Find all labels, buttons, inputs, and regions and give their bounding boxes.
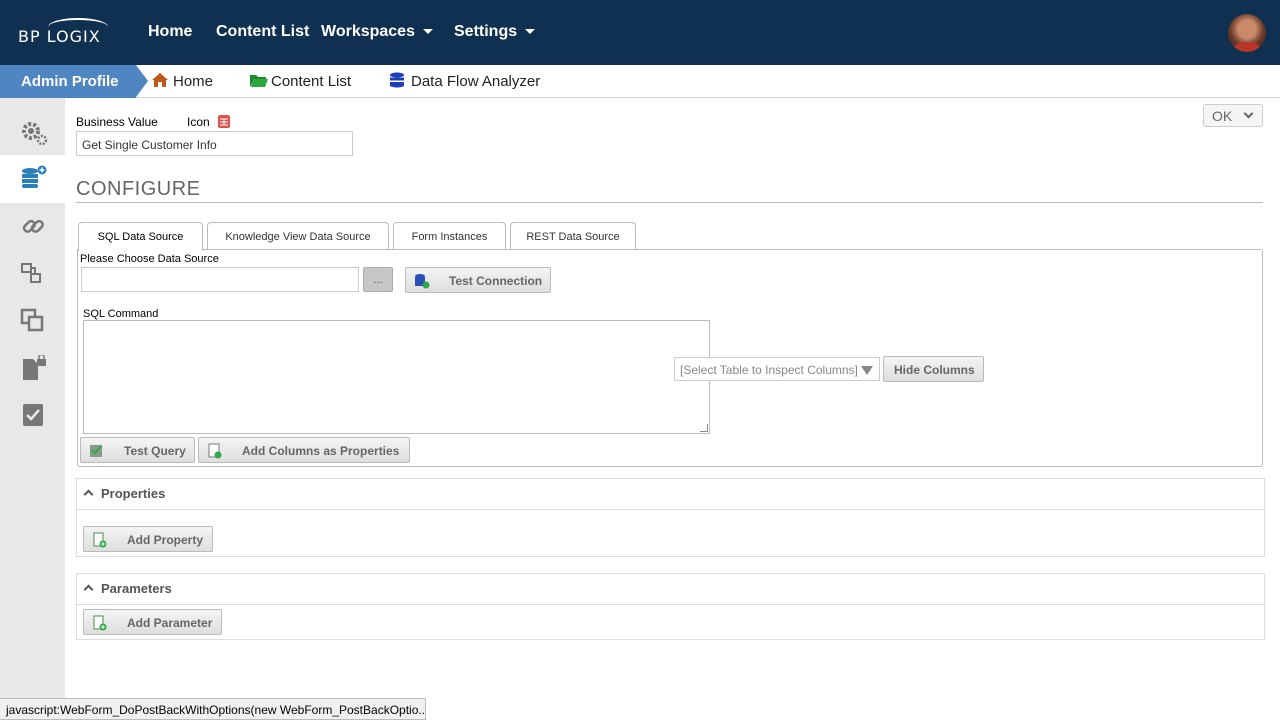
breadcrumb-data-flow-analyzer[interactable]: Data Flow Analyzer	[411, 73, 540, 90]
ok-button[interactable]: OK	[1203, 104, 1263, 127]
icon-label: Icon	[187, 115, 210, 129]
business-value-label: Business Value	[76, 115, 158, 129]
configure-heading: CONFIGURE	[76, 178, 201, 200]
browser-status-bar: javascript:WebForm_DoPostBackWithOptions…	[0, 698, 426, 720]
properties-title: Properties	[101, 486, 166, 501]
add-property-icon	[93, 532, 107, 548]
sidebar-item-data-source[interactable]	[0, 155, 65, 203]
tab-sql-data-source[interactable]: SQL Data Source	[78, 222, 203, 251]
chevron-up-icon	[83, 584, 94, 595]
test-query-button[interactable]: Test Query	[80, 437, 195, 463]
nav-settings[interactable]: Settings	[454, 23, 536, 41]
sidebar-item-tasks[interactable]	[0, 390, 65, 438]
properties-header[interactable]: Properties	[77, 479, 1264, 510]
link-icon	[22, 219, 44, 233]
test-query-label: Test Query	[124, 444, 186, 458]
sidebar-item-links[interactable]	[0, 202, 65, 250]
nav-home-label: Home	[148, 23, 193, 40]
sql-command-label: SQL Command	[83, 308, 159, 320]
dropdown-arrow-icon	[861, 366, 873, 375]
nodes-icon	[21, 263, 41, 283]
checkbox-icon	[23, 404, 43, 426]
add-parameter-button[interactable]: Add Parameter	[83, 609, 222, 635]
logo-text: BP LOGIX	[18, 27, 101, 46]
home-icon	[152, 73, 168, 87]
sidebar-item-locked-files[interactable]	[0, 343, 65, 391]
breadcrumb-home[interactable]: Home	[173, 73, 213, 90]
grid-icon	[220, 118, 228, 126]
add-columns-icon	[208, 443, 222, 459]
breadcrumb-content-list[interactable]: Content List	[271, 73, 351, 90]
hide-columns-label: Hide Columns	[894, 363, 975, 377]
sidebar-item-nodes[interactable]	[0, 249, 65, 297]
sidebar	[0, 98, 65, 720]
top-navbar: BP LOGIX Home Content List Workspaces Se…	[0, 0, 1280, 65]
admin-profile-tab[interactable]: Admin Profile	[0, 65, 148, 98]
add-parameter-label: Add Parameter	[127, 616, 213, 630]
parameters-section: Parameters	[76, 573, 1265, 640]
business-value-input[interactable]: Get Single Customer Info	[76, 131, 353, 156]
test-connection-button[interactable]: Test Connection	[405, 267, 551, 293]
breadcrumb-content-list-label: Content List	[271, 73, 352, 90]
nav-home[interactable]: Home	[148, 23, 192, 41]
nav-workspaces[interactable]: Workspaces	[321, 23, 433, 41]
hide-columns-button[interactable]: Hide Columns	[883, 356, 984, 382]
file-lock-icon	[23, 355, 46, 380]
ok-label: OK	[1212, 108, 1233, 124]
avatar-shirt	[1234, 42, 1260, 52]
sidebar-item-copy[interactable]	[0, 296, 65, 344]
choose-data-source-label: Please Choose Data Source	[80, 253, 219, 265]
tab-form-instances[interactable]: Form Instances	[393, 222, 506, 250]
add-property-button[interactable]: Add Property	[83, 526, 213, 552]
bplogix-logo[interactable]: BP LOGIX	[18, 18, 108, 48]
add-parameter-icon	[93, 615, 107, 631]
breadcrumb: Admin Profile Home Content List Data Flo…	[0, 65, 1280, 98]
database-icon	[390, 72, 404, 88]
divider	[76, 202, 1263, 203]
chevron-down-icon	[525, 29, 536, 35]
nav-content-list[interactable]: Content List	[216, 23, 309, 41]
sidebar-item-settings[interactable]	[0, 108, 65, 156]
browse-data-source-button[interactable]: ...	[363, 267, 393, 292]
folder-icon	[250, 75, 268, 87]
query-check-icon	[90, 445, 102, 457]
add-property-label: Add Property	[127, 533, 204, 547]
chevron-down-icon	[422, 29, 433, 35]
test-connection-label: Test Connection	[449, 274, 543, 288]
chevron-down-icon	[1243, 108, 1254, 119]
chevron-up-icon	[83, 489, 94, 500]
table-inspect-select[interactable]: [Select Table to Inspect Columns]	[674, 357, 880, 381]
database-add-icon	[22, 165, 47, 188]
add-columns-label: Add Columns as Properties	[242, 444, 400, 458]
database-check-icon	[415, 274, 430, 289]
parameters-title: Parameters	[101, 581, 172, 596]
table-inspect-placeholder: [Select Table to Inspect Columns]	[680, 363, 858, 377]
admin-profile-label: Admin Profile	[21, 73, 119, 90]
nav-content-list-label: Content List	[216, 23, 310, 40]
tab-rest-data-source[interactable]: REST Data Source	[510, 222, 636, 250]
parameters-header[interactable]: Parameters	[77, 574, 1264, 605]
resize-handle[interactable]	[700, 424, 708, 432]
breadcrumb-data-flow-analyzer-label: Data Flow Analyzer	[411, 73, 541, 90]
breadcrumb-home-label: Home	[173, 73, 214, 90]
nav-settings-label: Settings	[454, 23, 518, 40]
tab-knowledge-view-data-source[interactable]: Knowledge View Data Source	[207, 222, 389, 250]
add-columns-as-properties-button[interactable]: Add Columns as Properties	[198, 437, 410, 463]
sql-command-textarea[interactable]	[83, 320, 710, 434]
icon-picker[interactable]	[218, 115, 230, 128]
data-source-input[interactable]	[81, 267, 359, 292]
copy-icon	[20, 308, 44, 332]
nav-workspaces-label: Workspaces	[321, 23, 415, 40]
properties-section: Properties	[76, 478, 1265, 557]
user-avatar[interactable]	[1228, 14, 1266, 52]
gears-icon	[22, 122, 48, 146]
